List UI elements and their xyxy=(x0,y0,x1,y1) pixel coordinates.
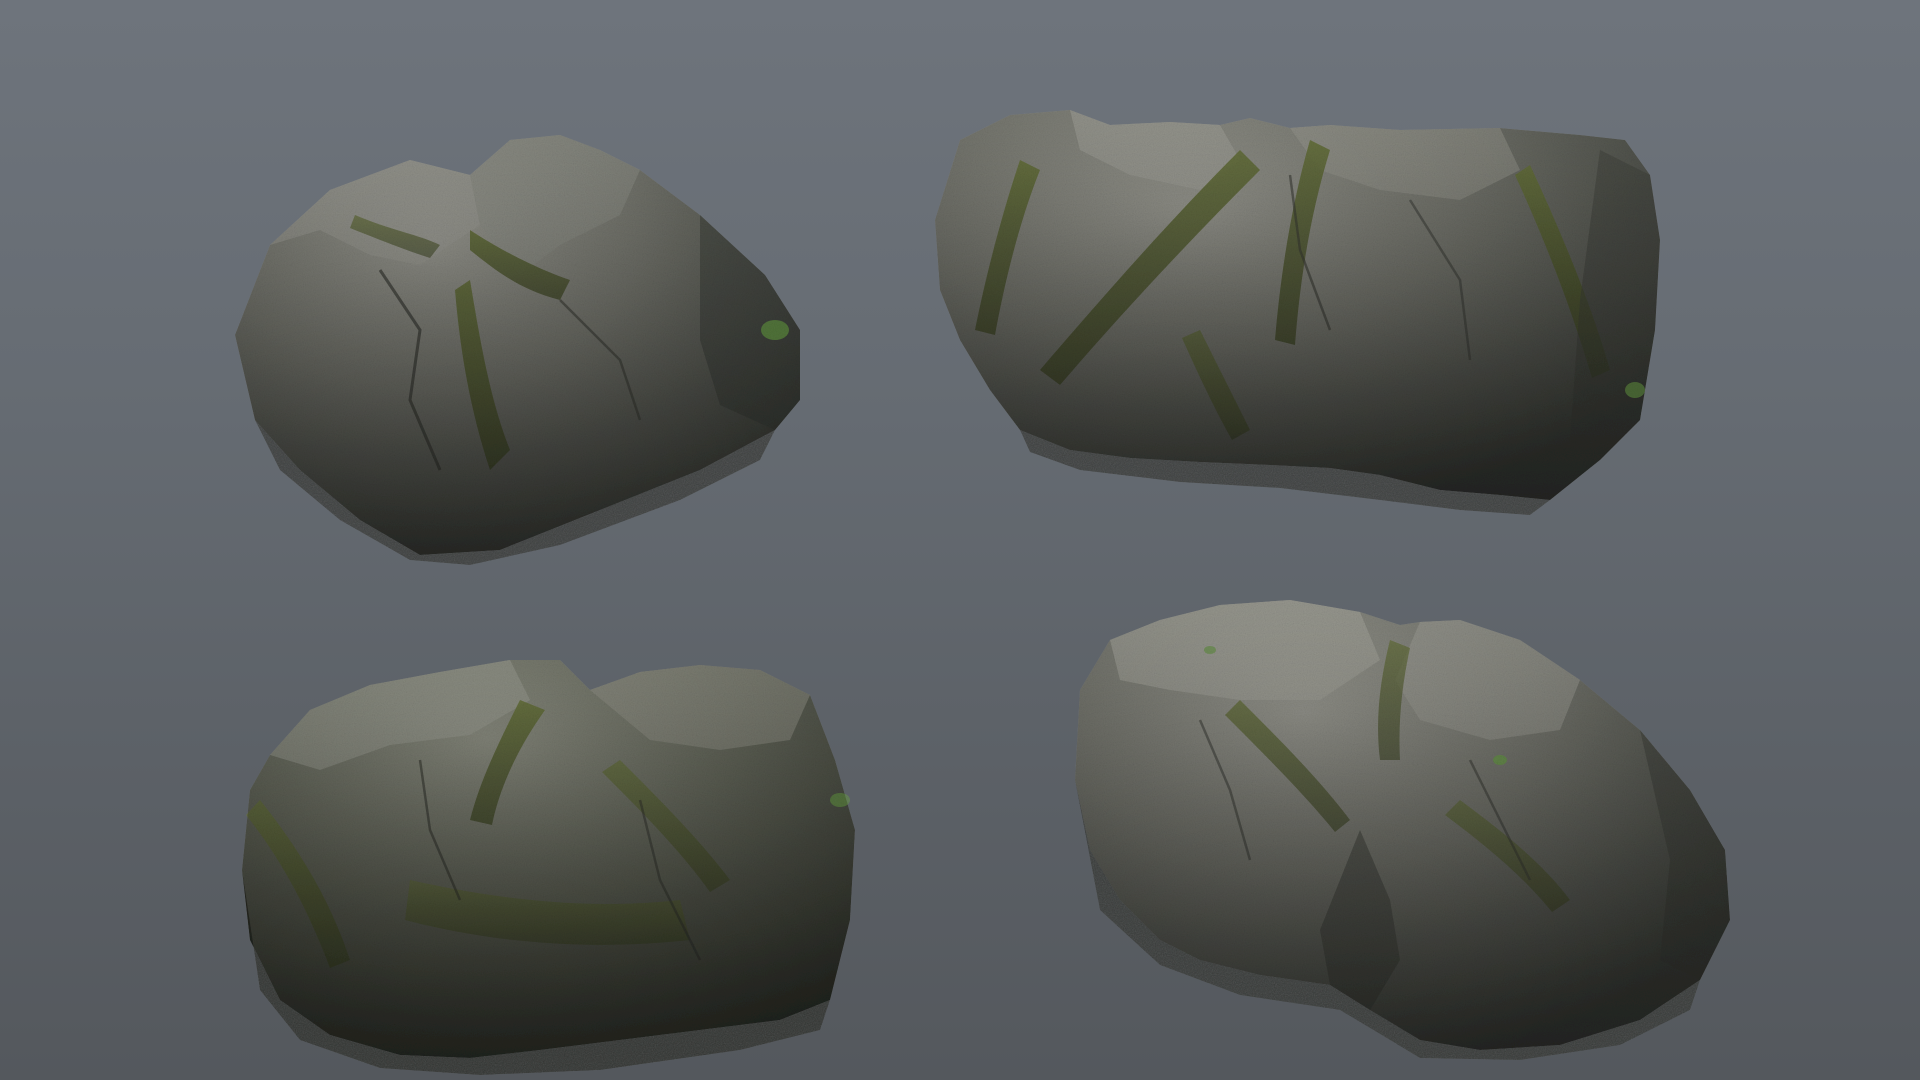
rock-bottom-right xyxy=(1075,600,1730,1060)
rock-bottom-left xyxy=(242,660,855,1075)
rock-top-right xyxy=(935,110,1660,515)
rock-top-left xyxy=(235,135,800,565)
render-viewport xyxy=(0,0,1920,1080)
rock-scene xyxy=(235,110,1730,1075)
